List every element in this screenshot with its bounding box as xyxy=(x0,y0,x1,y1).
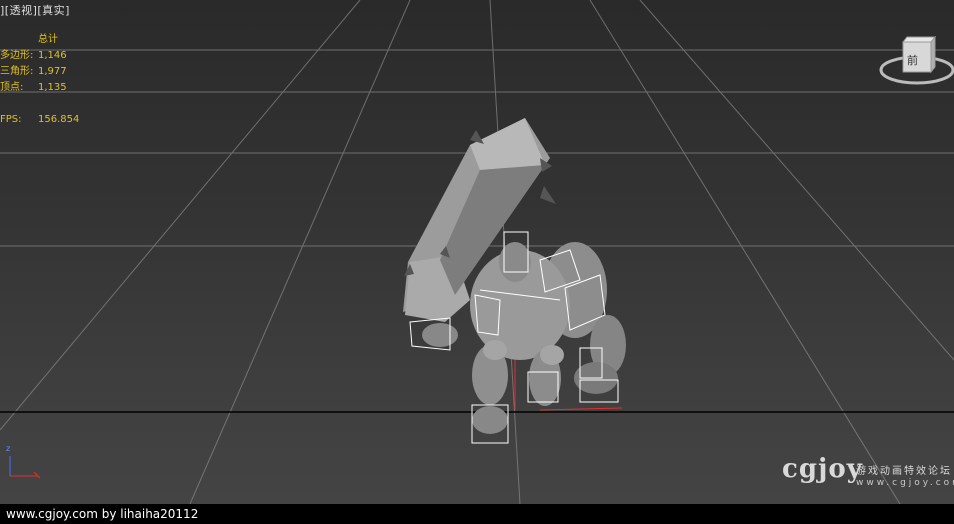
stats-header: 总计 xyxy=(38,34,58,45)
viewport-label[interactable]: ][透视][真实] xyxy=(0,2,70,18)
scene-canvas[interactable] xyxy=(0,0,954,504)
viewcube-face-label[interactable]: 前 xyxy=(907,52,918,68)
stats-value: 1,977 xyxy=(38,66,67,77)
viewport-shading-mode[interactable]: [真实] xyxy=(37,4,70,17)
stats-key: 三角形: xyxy=(0,66,34,77)
credit-bar: www.cgjoy.com by lihaiha20112 xyxy=(0,504,954,524)
pivot-axis-horizontal xyxy=(539,407,623,411)
stats-key: 多边形: xyxy=(0,50,34,61)
scene-statistics: 总计 多边形: 1,146 三角形: 1,977 顶点: 1,135 xyxy=(0,32,67,96)
axis-z-label: z xyxy=(6,444,11,453)
perspective-viewport[interactable]: ][透视][真实] 总计 多边形: 1,146 三角形: 1,977 顶点: 1… xyxy=(0,0,954,504)
watermark-slogan: 游戏动画特效论坛 xyxy=(856,466,952,477)
fps-readout: FPS: 156.854 xyxy=(0,114,79,125)
watermark-url: www.cgjoy.com xyxy=(856,478,954,488)
stats-row-vertices: 顶点: 1,135 xyxy=(0,80,67,96)
stats-row-triangles: 三角形: 1,977 xyxy=(0,64,67,80)
viewport-view-type[interactable]: [透视] xyxy=(5,4,38,17)
cgjoy-logo: cgjoy xyxy=(782,454,863,484)
stats-key: 顶点: xyxy=(0,82,24,93)
credit-text: www.cgjoy.com by lihaiha20112 xyxy=(6,507,199,521)
stats-row-polygons: 多边形: 1,146 xyxy=(0,48,67,64)
fps-value: 156.854 xyxy=(38,114,80,125)
stats-value: 1,135 xyxy=(38,82,67,93)
fps-label: FPS: xyxy=(0,114,22,125)
stats-value: 1,146 xyxy=(38,50,67,61)
